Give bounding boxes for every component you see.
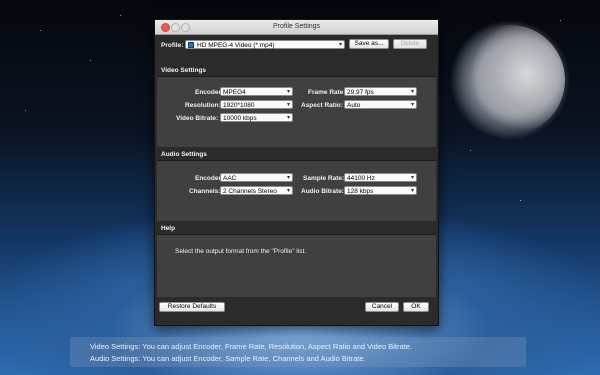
video-settings-title: Video Settings xyxy=(161,67,207,74)
chevron-down-icon: ▾ xyxy=(410,188,414,194)
cancel-button[interactable]: Cancel xyxy=(365,302,399,312)
audio-encoder-value: AAC xyxy=(223,175,237,182)
restore-defaults-button[interactable]: Restore Defaults xyxy=(159,302,225,312)
video-bitrate-label: Video Bitrate: xyxy=(176,115,219,122)
frame-rate-label: Frame Rate: xyxy=(308,89,346,96)
frame-rate-select[interactable]: 29.97 fps ▾ xyxy=(344,87,417,96)
chevron-down-icon: ▾ xyxy=(286,188,290,194)
channels-select[interactable]: 2 Channels Stereo ▾ xyxy=(220,186,293,195)
minimize-window-button[interactable] xyxy=(171,23,180,32)
chevron-down-icon: ▾ xyxy=(286,102,290,108)
chevron-down-icon: ▾ xyxy=(410,175,414,181)
sample-rate-select[interactable]: 44100 Hz ▾ xyxy=(344,173,417,182)
audio-bitrate-value: 128 kbps xyxy=(347,188,374,195)
channels-value: 2 Channels Stereo xyxy=(223,188,277,195)
profile-label: Profile: xyxy=(161,42,184,49)
aspect-ratio-select[interactable]: Auto ▾ xyxy=(344,100,417,109)
sample-rate-label: Sample Rate: xyxy=(303,175,345,182)
profile-value: HD MPEG-4 Video (*.mp4) xyxy=(197,42,275,49)
audio-bitrate-select[interactable]: 128 kbps ▾ xyxy=(344,186,417,195)
caption-box: Video Settings: You can adjust Encoder, … xyxy=(70,337,526,367)
video-encoder-label: Encoder: xyxy=(195,89,224,96)
sample-rate-value: 44100 Hz xyxy=(347,175,375,182)
audio-settings-title: Audio Settings xyxy=(161,151,207,158)
resolution-label: Resolution: xyxy=(185,102,221,109)
resolution-value: 1920*1080 xyxy=(223,102,255,109)
chevron-down-icon: ▾ xyxy=(286,89,290,95)
video-file-icon xyxy=(188,42,194,49)
caption-line-audio: Audio Settings: You can adjust Encoder, … xyxy=(90,354,366,363)
close-window-button[interactable] xyxy=(161,23,170,32)
video-encoder-select[interactable]: MPEG4 ▾ xyxy=(220,87,293,96)
delete-button[interactable]: Delete xyxy=(393,39,427,49)
audio-bitrate-label: Audio Bitrate: xyxy=(301,188,344,195)
moon-image xyxy=(455,25,565,135)
help-panel xyxy=(157,234,436,297)
profile-select[interactable]: HD MPEG-4 Video (*.mp4) ▾ xyxy=(185,40,345,49)
aspect-ratio-label: Aspect Ratio: xyxy=(301,102,343,109)
help-title: Help xyxy=(161,225,176,232)
video-bitrate-select[interactable]: 10000 kbps ▾ xyxy=(220,113,293,122)
zoom-window-button[interactable] xyxy=(181,23,190,32)
profile-settings-window: Profile Settings Profile: HD MPEG-4 Vide… xyxy=(154,19,439,326)
chevron-down-icon: ▾ xyxy=(338,42,342,48)
save-as-button[interactable]: Save as... xyxy=(349,39,389,49)
title-bar[interactable]: Profile Settings xyxy=(155,20,438,35)
chevron-down-icon: ▾ xyxy=(410,102,414,108)
audio-encoder-select[interactable]: AAC ▾ xyxy=(220,173,293,182)
help-text: Select the output format from the "Profi… xyxy=(175,248,307,255)
channels-label: Channels: xyxy=(189,188,221,195)
window-title: Profile Settings xyxy=(272,23,321,30)
chevron-down-icon: ▾ xyxy=(410,89,414,95)
resolution-select[interactable]: 1920*1080 ▾ xyxy=(220,100,293,109)
video-bitrate-value: 10000 kbps xyxy=(223,115,257,122)
caption-line-video: Video Settings: You can adjust Encoder, … xyxy=(90,342,413,351)
aspect-ratio-value: Auto xyxy=(347,102,361,109)
chevron-down-icon: ▾ xyxy=(286,115,290,121)
frame-rate-value: 29.97 fps xyxy=(347,89,374,96)
video-encoder-value: MPEG4 xyxy=(223,89,246,96)
chevron-down-icon: ▾ xyxy=(286,175,290,181)
audio-encoder-label: Encoder: xyxy=(195,175,224,182)
ok-button[interactable]: OK xyxy=(403,302,429,312)
